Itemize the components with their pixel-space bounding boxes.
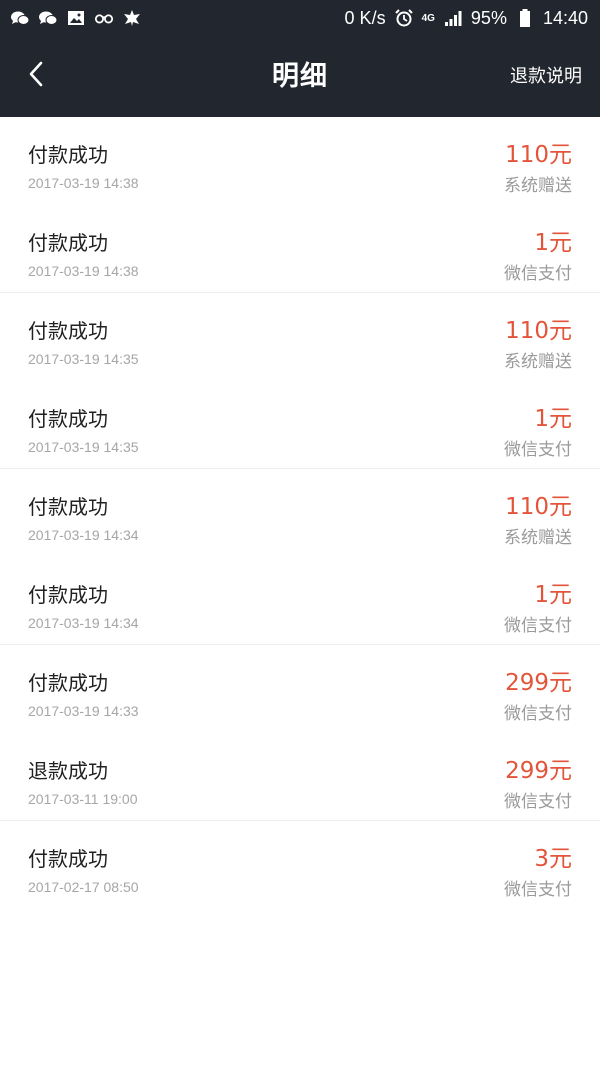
signal-icon xyxy=(443,9,463,27)
transaction-amount: 3元 xyxy=(534,846,572,872)
transaction-amount: 299元 xyxy=(505,670,572,696)
transaction-time: 2017-03-19 14:33 xyxy=(28,703,139,719)
payment-method: 微信支付 xyxy=(504,440,572,460)
payment-method: 微信支付 xyxy=(504,792,572,812)
transaction-time: 2017-03-19 14:34 xyxy=(28,615,139,631)
transaction-amount: 1元 xyxy=(534,582,572,608)
transaction-amount: 1元 xyxy=(534,230,572,256)
status-bar-system: 0 K/s 4G 95% 14:40 xyxy=(345,8,588,29)
transaction-row[interactable]: 付款成功 2017-02-17 08:50 3元 微信支付 xyxy=(0,821,600,909)
transaction-status: 付款成功 xyxy=(28,583,108,607)
transaction-time: 2017-03-11 19:00 xyxy=(28,791,138,807)
transaction-row[interactable]: 付款成功 2017-03-19 14:34 1元 微信支付 xyxy=(0,557,600,645)
transaction-status: 付款成功 xyxy=(28,671,108,695)
back-button[interactable] xyxy=(14,54,58,98)
transaction-amount: 110元 xyxy=(505,318,572,344)
transaction-time: 2017-03-19 14:35 xyxy=(28,351,139,367)
transaction-time: 2017-03-19 14:38 xyxy=(28,263,139,279)
transaction-status: 退款成功 xyxy=(28,759,108,783)
transaction-list: 付款成功 2017-03-19 14:38 110元 系统赠送 付款成功 201… xyxy=(0,117,600,909)
transaction-status: 付款成功 xyxy=(28,495,108,519)
transaction-row[interactable]: 付款成功 2017-03-19 14:34 110元 系统赠送 xyxy=(0,469,600,557)
leaf-icon xyxy=(122,9,142,27)
transaction-time: 2017-03-19 14:35 xyxy=(28,439,139,455)
transaction-time: 2017-02-17 08:50 xyxy=(28,879,139,895)
transaction-amount: 110元 xyxy=(505,142,572,168)
battery-icon xyxy=(515,9,535,27)
clock: 14:40 xyxy=(542,7,588,28)
transaction-row[interactable]: 退款成功 2017-03-11 19:00 299元 微信支付 xyxy=(0,733,600,821)
transaction-row[interactable]: 付款成功 2017-03-19 14:35 110元 系统赠送 xyxy=(0,293,600,381)
transaction-row[interactable]: 付款成功 2017-03-19 14:33 299元 微信支付 xyxy=(0,645,600,733)
payment-method: 微信支付 xyxy=(504,704,572,724)
battery-percent: 95% xyxy=(470,7,507,28)
transaction-amount: 299元 xyxy=(505,758,572,784)
transaction-row[interactable]: 付款成功 2017-03-19 14:38 1元 微信支付 xyxy=(0,205,600,293)
transaction-time: 2017-03-19 14:38 xyxy=(28,175,139,191)
payment-method: 系统赠送 xyxy=(504,352,572,372)
status-bar-notifications xyxy=(10,9,142,27)
transaction-status: 付款成功 xyxy=(28,143,108,167)
payment-method: 微信支付 xyxy=(504,264,572,284)
payment-method: 微信支付 xyxy=(504,880,572,900)
transaction-status: 付款成功 xyxy=(28,407,108,431)
transaction-row[interactable]: 付款成功 2017-03-19 14:35 1元 微信支付 xyxy=(0,381,600,469)
transaction-time: 2017-03-19 14:34 xyxy=(28,527,139,543)
nav-bar: 明细 退款说明 xyxy=(0,36,600,117)
transaction-status: 付款成功 xyxy=(28,231,108,255)
payment-method: 系统赠送 xyxy=(504,176,572,196)
transaction-status: 付款成功 xyxy=(28,847,108,871)
net-speed: 0 K/s xyxy=(344,7,386,28)
payment-method: 微信支付 xyxy=(504,616,572,636)
refund-info-link[interactable]: 退款说明 xyxy=(510,36,582,117)
transaction-row[interactable]: 付款成功 2017-03-19 14:38 110元 系统赠送 xyxy=(0,117,600,205)
image-icon xyxy=(66,9,86,27)
transaction-status: 付款成功 xyxy=(28,319,108,343)
status-bar: 0 K/s 4G 95% 14:40 xyxy=(0,0,600,36)
alarm-icon xyxy=(394,9,414,27)
network-type: 4G xyxy=(421,12,435,24)
transaction-amount: 110元 xyxy=(505,494,572,520)
payment-method: 系统赠送 xyxy=(504,528,572,548)
wechat-icon xyxy=(38,9,58,27)
glasses-icon xyxy=(94,9,114,27)
transaction-amount: 1元 xyxy=(534,406,572,432)
page-title: 明细 xyxy=(272,61,328,92)
wechat-icon xyxy=(10,9,30,27)
chevron-left-icon xyxy=(28,61,44,91)
